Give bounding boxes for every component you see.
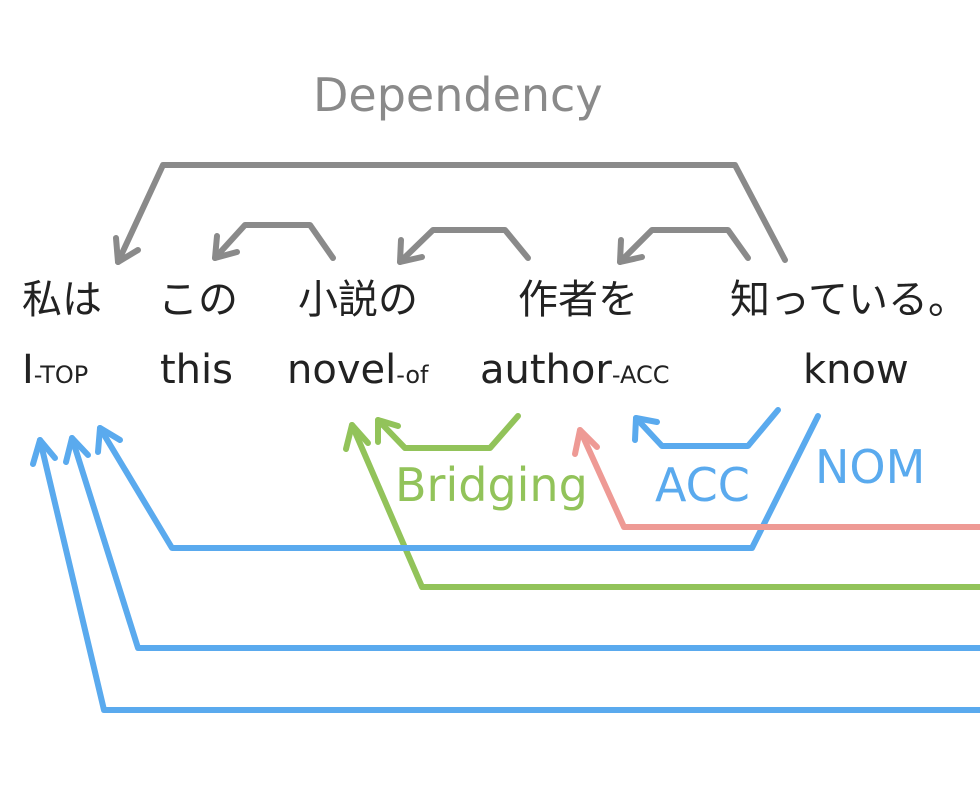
token-en-0-word: I <box>22 347 34 393</box>
token-jp-0: 私は <box>22 277 102 323</box>
diagram-title: Dependency <box>313 68 603 122</box>
token-en-4-word: know <box>803 347 909 393</box>
token-jp-1: この <box>158 277 238 323</box>
token-en-2-suffix: -of <box>396 361 429 389</box>
token-en-2-word: novel <box>287 347 397 393</box>
token-en-0-suffix: -TOP <box>33 361 89 389</box>
label-nom: NOM <box>815 440 926 494</box>
token-en-1: this <box>160 350 233 390</box>
label-acc: ACC <box>655 458 750 512</box>
token-en-2: novel-of <box>287 350 428 390</box>
diagram-canvas: Dependency 私は この 小説の 作者を 知っている。 I-TOP th… <box>0 0 980 804</box>
token-en-1-word: this <box>160 347 233 393</box>
bridging-arc-short <box>375 413 521 451</box>
token-en-4: know <box>803 350 909 390</box>
acc-arc <box>633 407 781 449</box>
token-en-3-word: author <box>480 347 612 393</box>
token-jp-3: 作者を <box>518 277 638 323</box>
label-bridging: Bridging <box>395 458 588 512</box>
token-en-3-suffix: -ACC <box>611 361 670 389</box>
token-en-0: I-TOP <box>22 350 88 390</box>
token-jp-4: 知っている。 <box>730 277 968 323</box>
token-jp-2: 小説の <box>298 277 418 323</box>
token-en-3: author-ACC <box>480 350 669 390</box>
